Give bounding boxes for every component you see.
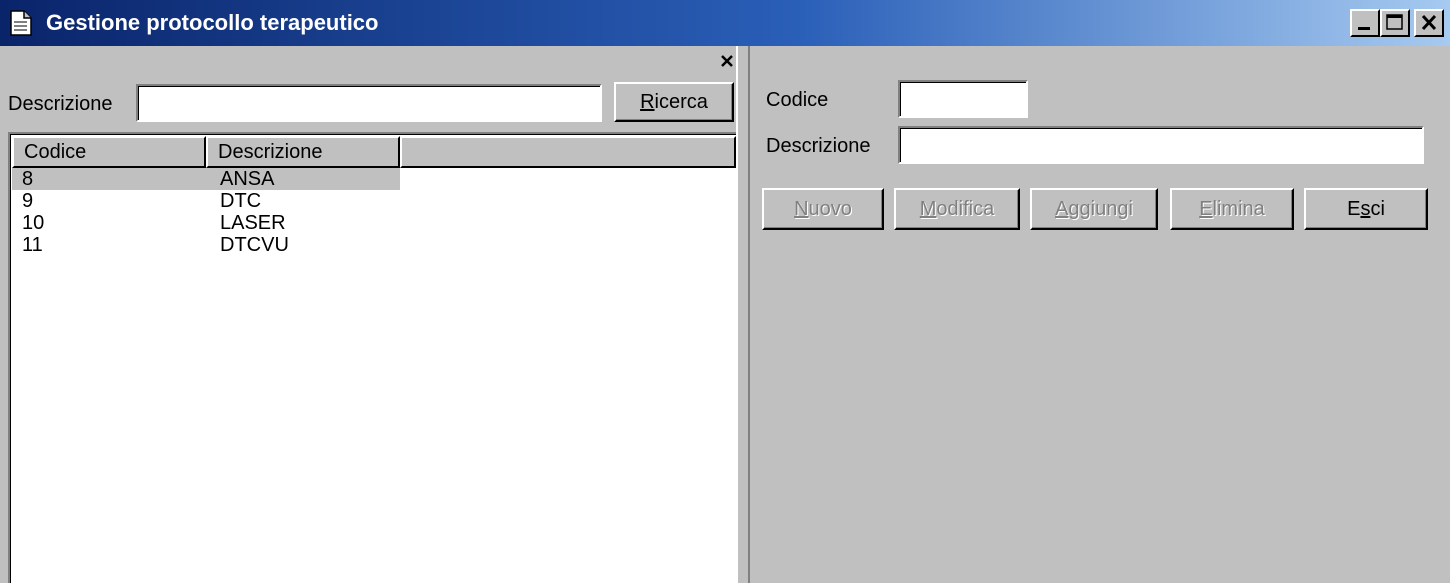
column-header-codice[interactable]: Codice [12,136,206,168]
descrizione-field[interactable] [898,126,1424,164]
codice-label: Codice [766,89,829,111]
close-button[interactable] [1414,9,1444,37]
column-header-descrizione[interactable]: Descrizione [206,136,400,168]
cell-codice: 8 [22,168,34,190]
pane-close-button[interactable] [718,52,736,70]
modifica-button[interactable]: Modifica [894,188,1020,230]
aggiungi-button[interactable]: Aggiungi [1030,188,1158,230]
maximize-icon [1386,14,1403,30]
table-row[interactable]: 10 LASER [12,212,736,234]
table-row[interactable]: 9 DTC [12,190,736,212]
minimize-icon [1358,27,1370,30]
cell-codice: 11 [22,234,43,256]
search-description-field[interactable] [136,84,602,122]
close-icon [721,55,733,67]
cell-descrizione: LASER [220,212,286,234]
cell-descrizione: DTC [220,190,262,212]
cell-descrizione: DTCVU [220,234,289,256]
column-header-empty [400,136,736,168]
codice-field[interactable] [898,80,1028,118]
cell-codice: 10 [22,212,45,234]
close-icon [1421,14,1437,31]
codice-input[interactable] [900,82,1026,116]
list-header: Codice Descrizione [12,136,736,168]
search-pane: Descrizione Ricerca Codice Descrizione 8… [0,46,736,583]
row-highlight [12,168,400,190]
title-bar: Gestione protocollo terapeutico [0,0,1450,46]
table-row[interactable]: 8 ANSA [12,168,736,190]
protocol-list[interactable]: Codice Descrizione 8 ANSA 9 DTC 10 LASER… [8,132,736,583]
document-icon [10,10,32,36]
search-description-label: Descrizione [8,93,113,115]
esci-button[interactable]: Esci [1304,188,1428,230]
cell-descrizione: ANSA [220,168,275,190]
table-row[interactable]: 11 DTCVU [12,234,736,256]
cell-codice: 9 [22,190,34,212]
minimize-button[interactable] [1350,9,1380,37]
nuovo-button[interactable]: Nuovo [762,188,884,230]
descrizione-label: Descrizione [766,135,871,157]
search-description-input[interactable] [138,86,600,120]
pane-splitter[interactable] [736,46,750,583]
window-title: Gestione protocollo terapeutico [46,10,379,35]
descrizione-input[interactable] [900,128,1422,162]
maximize-button[interactable] [1380,9,1410,37]
search-button[interactable]: Ricerca [614,82,734,122]
elimina-button[interactable]: Elimina [1170,188,1294,230]
